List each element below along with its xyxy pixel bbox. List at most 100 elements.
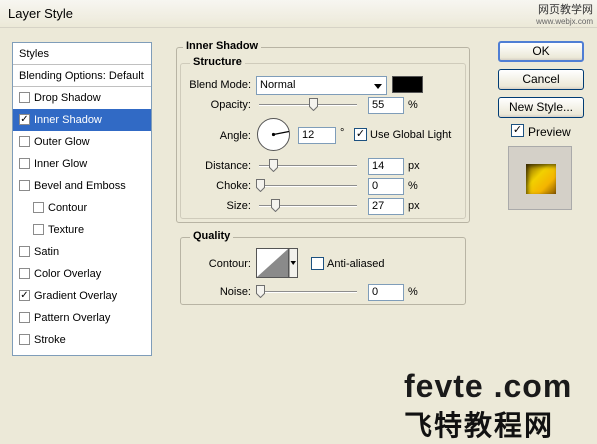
style-item-stroke[interactable]: Stroke (13, 329, 151, 351)
size-unit: px (408, 200, 420, 212)
choke-slider-thumb[interactable] (256, 179, 265, 193)
cancel-button[interactable]: Cancel (498, 69, 584, 90)
style-item-satin[interactable]: Satin (13, 241, 151, 263)
angle-input[interactable]: 12 (298, 127, 336, 144)
styles-header[interactable]: Styles (13, 43, 151, 65)
watermark-top-line1: 网页教学网 (538, 4, 593, 16)
ok-button[interactable]: OK (498, 41, 584, 62)
shadow-color-swatch[interactable] (392, 76, 423, 93)
distance-slider-thumb[interactable] (269, 159, 278, 173)
style-item-inner-glow[interactable]: Inner Glow (13, 153, 151, 175)
contour-label: Contour: (208, 258, 251, 270)
style-checkbox[interactable]: ✓ (19, 290, 30, 301)
opacity-unit: % (408, 99, 418, 111)
size-slider-thumb[interactable] (271, 199, 280, 213)
choke-input[interactable]: 0 (368, 178, 404, 195)
window-title: Layer Style (8, 6, 74, 21)
style-item-contour[interactable]: Contour (13, 197, 151, 219)
preview-checkbox[interactable]: ✓ (511, 124, 524, 137)
anti-aliased-checkbox[interactable] (311, 257, 324, 270)
size-label: Size: (226, 200, 251, 212)
slider-thumb-icon (256, 179, 265, 193)
preview-swatch (526, 164, 556, 194)
structure-title: Structure (190, 56, 245, 68)
watermark-top-line2: www.webjx.com (536, 17, 593, 26)
style-item-inner-shadow[interactable]: ✓ Inner Shadow (13, 109, 151, 131)
style-checkbox[interactable] (19, 312, 30, 323)
blend-mode-select[interactable]: Normal (256, 76, 387, 95)
angle-label: Angle: (219, 130, 251, 142)
noise-slider-track[interactable] (259, 291, 357, 293)
style-item-texture[interactable]: Texture (13, 219, 151, 241)
style-item-drop-shadow[interactable]: Drop Shadow (13, 87, 151, 109)
inner-shadow-title: Inner Shadow (183, 40, 262, 52)
style-checkbox[interactable] (19, 158, 30, 169)
opacity-slider-track[interactable] (259, 104, 357, 106)
choke-unit: % (408, 180, 418, 192)
styles-list[interactable]: Styles Blending Options: Default Drop Sh… (12, 42, 152, 356)
contour-curve-icon (256, 248, 298, 278)
blend-mode-value: Normal (260, 79, 296, 91)
style-item-pattern-overlay[interactable]: Pattern Overlay (13, 307, 151, 329)
distance-unit: px (408, 160, 420, 172)
style-item-gradient-overlay[interactable]: ✓ Gradient Overlay (13, 285, 151, 307)
style-checkbox[interactable] (33, 202, 44, 213)
style-checkbox[interactable]: ✓ (19, 114, 30, 125)
chevron-down-icon (374, 84, 382, 89)
preview-thumbnail (508, 146, 572, 210)
opacity-label: Opacity: (210, 99, 251, 111)
noise-slider-thumb[interactable] (256, 285, 265, 299)
styles-header-label: Styles (19, 48, 49, 60)
distance-input[interactable]: 14 (368, 158, 404, 175)
style-checkbox[interactable] (19, 136, 30, 147)
noise-unit: % (408, 286, 418, 298)
opacity-input[interactable]: 55 (368, 97, 404, 114)
anti-aliased-label[interactable]: Anti-aliased (327, 258, 384, 270)
use-global-light-checkbox[interactable]: ✓ (354, 128, 367, 141)
quality-title: Quality (190, 230, 234, 242)
style-item-label: Drop Shadow (34, 92, 101, 104)
style-item-label: Bevel and Emboss (34, 180, 126, 192)
style-checkbox[interactable] (19, 334, 30, 345)
new-style-button[interactable]: New Style... (498, 97, 584, 118)
watermark-brand-cn: 飞特教程网 (404, 410, 555, 441)
choke-slider-track[interactable] (259, 185, 357, 187)
noise-input[interactable]: 0 (368, 284, 404, 301)
noise-label: Noise: (219, 286, 251, 298)
size-input[interactable]: 27 (368, 198, 404, 215)
slider-thumb-icon (309, 98, 318, 112)
style-item-label: Inner Glow (34, 158, 88, 170)
style-item-label: Outer Glow (34, 136, 90, 148)
slider-thumb-icon (256, 285, 265, 299)
angle-dial[interactable] (256, 117, 291, 152)
watermark-brand: fevte .com (404, 368, 573, 404)
blending-options-label: Blending Options: Default (19, 70, 144, 82)
use-global-light-label[interactable]: Use Global Light (370, 129, 451, 141)
style-checkbox[interactable] (33, 224, 44, 235)
angle-unit: ° (340, 127, 345, 139)
contour-picker[interactable] (256, 248, 298, 278)
style-item-label: Color Overlay (34, 268, 102, 280)
style-item-bevel-and-emboss[interactable]: Bevel and Emboss (13, 175, 151, 197)
style-checkbox[interactable] (19, 246, 30, 257)
style-item-label: Satin (34, 246, 60, 258)
style-item-label: Texture (48, 224, 85, 236)
angle-dial-icon (257, 118, 290, 151)
style-checkbox[interactable] (19, 180, 30, 191)
opacity-slider-thumb[interactable] (309, 98, 318, 112)
slider-thumb-icon (271, 199, 280, 213)
choke-label: Choke: (216, 180, 251, 192)
style-item-outer-glow[interactable]: Outer Glow (13, 131, 151, 153)
slider-thumb-icon (269, 159, 278, 173)
style-item-label: Stroke (34, 334, 66, 346)
style-checkbox[interactable] (19, 92, 30, 103)
blending-options[interactable]: Blending Options: Default (13, 65, 151, 87)
style-item-label: Contour (48, 202, 88, 214)
style-item-label: Inner Shadow (34, 114, 102, 126)
style-item-color-overlay[interactable]: Color Overlay (13, 263, 151, 285)
preview-label[interactable]: Preview (528, 125, 571, 139)
style-item-label: Gradient Overlay (34, 290, 118, 302)
style-checkbox[interactable] (19, 268, 30, 279)
style-item-label: Pattern Overlay (34, 312, 111, 324)
watermark-top: 网页教学网 www.webjx.com (503, 4, 593, 28)
